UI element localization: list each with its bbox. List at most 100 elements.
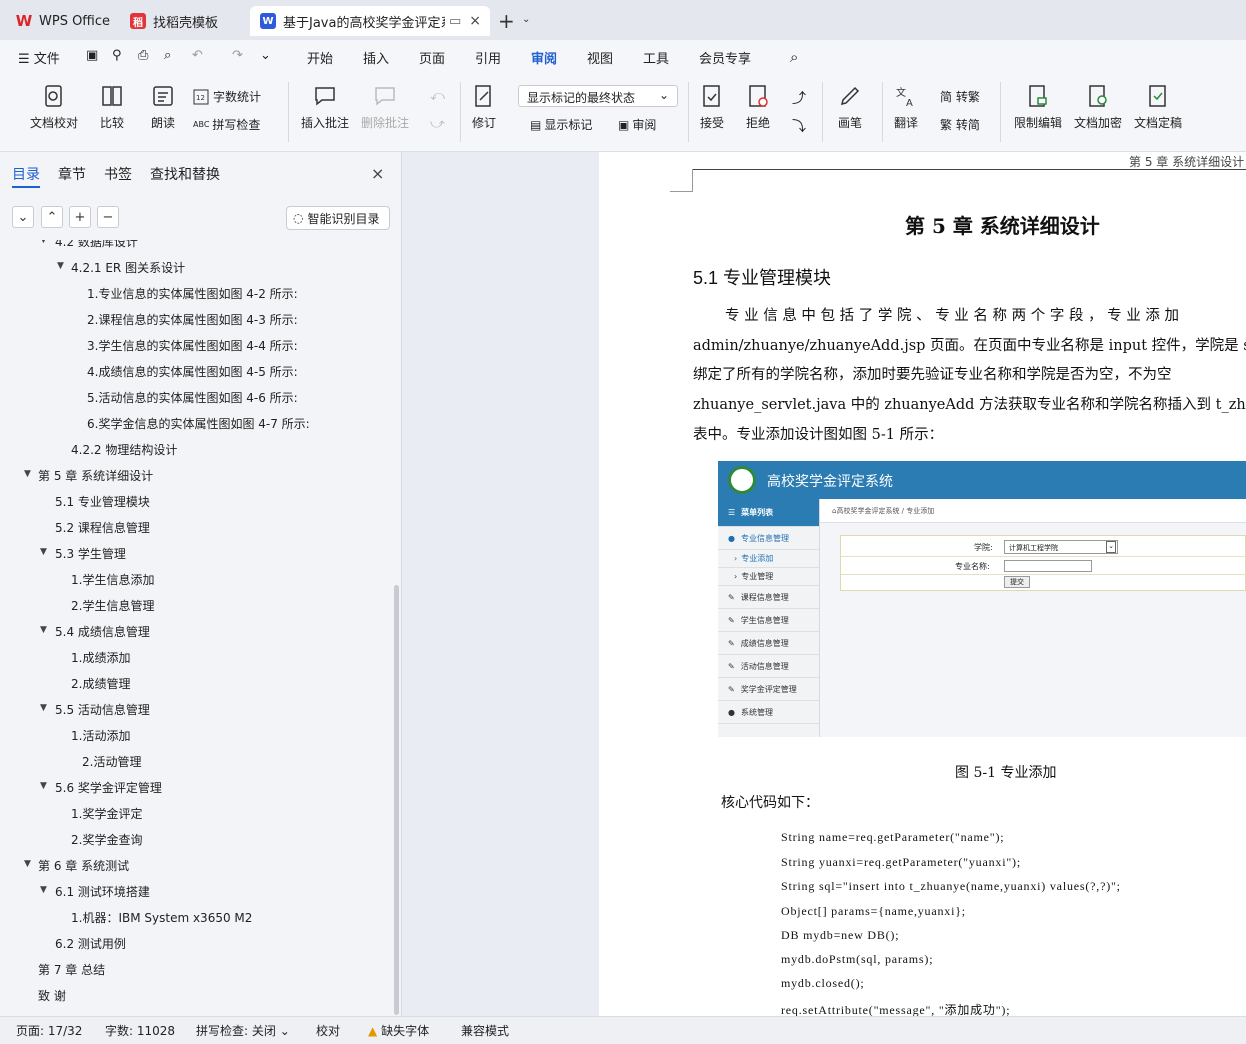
toc-item[interactable]: 第 7 章 总结	[0, 960, 390, 980]
expand-all-button[interactable]: ⌄	[12, 206, 34, 228]
toc-item[interactable]: 5.2 课程信息管理	[0, 518, 390, 538]
caret-down-icon[interactable]: ▼	[40, 781, 47, 791]
chevron-down-icon[interactable]: ⌄	[522, 14, 530, 25]
caret-down-icon[interactable]: ▼	[40, 703, 47, 713]
print-icon[interactable]: ⎙	[138, 48, 148, 63]
markup-state-select[interactable]: 显示标记的最终状态 ⌄	[518, 85, 678, 107]
toc-item[interactable]: 2.学生信息管理	[0, 596, 390, 616]
toc-item[interactable]: 1.机器：IBM System x3650 M2	[0, 908, 390, 928]
toc-item[interactable]: ▼ 4.2 数据库设计	[0, 240, 390, 252]
college-select[interactable]: 计算机工程学院 ⌄	[1004, 540, 1118, 554]
toc-item[interactable]: 5.1 专业管理模块	[0, 492, 390, 512]
caret-down-icon[interactable]: ▼	[57, 261, 64, 271]
word-count[interactable]: 字数: 11028	[105, 1022, 175, 1039]
close-tab-icon[interactable]: ×	[469, 13, 481, 29]
submit-button[interactable]: 提交	[1004, 576, 1030, 588]
caret-down-icon[interactable]: ▼	[24, 469, 31, 479]
spell-status[interactable]: 拼写检查: 关闭 ⌄	[196, 1022, 290, 1039]
redo-icon[interactable]: ↷	[232, 48, 243, 63]
toc-item[interactable]: ▼ 第 5 章 系统详细设计	[0, 466, 390, 486]
save-icon[interactable]: ▣	[86, 48, 98, 63]
menu-major-add[interactable]: › 专业添加	[718, 550, 819, 568]
menu-tools[interactable]: 工具	[643, 48, 669, 67]
share-icon[interactable]: ⚲	[112, 48, 122, 63]
menu-student[interactable]: ✎ 学生信息管理	[718, 609, 819, 632]
toc-item[interactable]: ▼ 5.5 活动信息管理	[0, 700, 390, 720]
encrypt-button[interactable]: 文档加密	[1074, 84, 1122, 131]
caret-down-icon[interactable]: ▼	[40, 240, 47, 245]
toc-item[interactable]: 1.专业信息的实体属性图如图 4-2 所示:	[0, 284, 390, 304]
tab-chapter[interactable]: 章节	[58, 164, 86, 184]
menu-activity[interactable]: ✎ 活动信息管理	[718, 655, 819, 678]
smart-toc-button[interactable]: ◌ 智能识别目录	[286, 206, 390, 230]
next-change-icon[interactable]: ⤵	[792, 116, 806, 136]
finalize-button[interactable]: 文档定稿	[1134, 84, 1182, 131]
monitor-icon[interactable]: ▭	[449, 14, 461, 29]
toc-item[interactable]: 1.成绩添加	[0, 648, 390, 668]
trad-to-simp-button[interactable]: 繁 转简	[940, 116, 980, 133]
reject-button[interactable]: 拒绝	[746, 84, 770, 131]
tab-toc[interactable]: 目录	[12, 164, 40, 184]
simp-to-trad-button[interactable]: 简 转繁	[940, 88, 980, 105]
toc-item[interactable]: 1.活动添加	[0, 726, 390, 746]
read-aloud-button[interactable]: 朗读	[151, 84, 175, 131]
menu-course[interactable]: ✎ 课程信息管理	[718, 586, 819, 609]
toc-item[interactable]: 2.课程信息的实体属性图如图 4-3 所示:	[0, 310, 390, 330]
more-icon[interactable]: ⌄	[260, 48, 271, 63]
missing-font-status[interactable]: ▲ 缺失字体	[368, 1022, 429, 1039]
previous-comment-icon[interactable]: ⤺	[430, 88, 445, 104]
restrict-edit-button[interactable]: 限制编辑	[1014, 84, 1062, 131]
tab-bookmark[interactable]: 书签	[104, 164, 132, 184]
toc-item[interactable]: ▼ 5.6 奖学金评定管理	[0, 778, 390, 798]
menu-vip[interactable]: 会员专享	[699, 48, 751, 67]
toc-item[interactable]: 5.活动信息的实体属性图如图 4-6 所示:	[0, 388, 390, 408]
menu-start[interactable]: 开始	[307, 48, 333, 67]
accept-button[interactable]: 接受	[700, 84, 724, 131]
compare-button[interactable]: 比较	[100, 84, 124, 131]
caret-down-icon[interactable]: ▼	[24, 859, 31, 869]
add-heading-button[interactable]: +	[69, 206, 91, 228]
menu-insert[interactable]: 插入	[363, 48, 389, 67]
caret-down-icon[interactable]: ▼	[40, 547, 47, 557]
major-input[interactable]	[1004, 560, 1092, 572]
toc-item[interactable]: ▼ 5.4 成绩信息管理	[0, 622, 390, 642]
menu-score[interactable]: ✎ 成绩信息管理	[718, 632, 819, 655]
menu-reference[interactable]: 引用	[475, 48, 501, 67]
review-pane-button[interactable]: ▣ 审阅	[618, 116, 656, 133]
caret-down-icon[interactable]: ▼	[40, 625, 47, 635]
menu-file[interactable]: ☰ 文件	[18, 48, 60, 67]
page-count[interactable]: 页面: 17/32	[16, 1022, 82, 1039]
new-tab-icon[interactable]: +	[498, 9, 515, 33]
translate-button[interactable]: 文A 翻译	[894, 84, 918, 131]
tab-document[interactable]: W 基于Java的高校奖学金评定系 ▭ ×	[250, 6, 490, 36]
menu-system[interactable]: ● 系统管理	[718, 701, 819, 724]
toc-item[interactable]: 1.学生信息添加	[0, 570, 390, 590]
proof-status[interactable]: 校对	[316, 1022, 340, 1039]
toc-item[interactable]: 6.奖学金信息的实体属性图如图 4-7 所示:	[0, 414, 390, 434]
revise-button[interactable]: 修订	[472, 84, 496, 131]
toc-item[interactable]: 致 谢	[0, 986, 390, 1006]
search-icon[interactable]: ⌕	[790, 48, 798, 66]
tab-find-replace[interactable]: 查找和替换	[150, 164, 220, 184]
toc-item[interactable]: ▼ 5.3 学生管理	[0, 544, 390, 564]
tab-docer[interactable]: 稻 找稻壳模板	[120, 6, 246, 36]
spell-check-button[interactable]: ABC 拼写检查	[193, 116, 260, 133]
pen-button[interactable]: 画笔	[838, 84, 862, 131]
menu-review[interactable]: 审阅	[531, 48, 557, 67]
toc-item[interactable]: 6.2 测试用例	[0, 934, 390, 954]
next-comment-icon[interactable]: ⤻	[430, 116, 445, 132]
toc-item[interactable]: ▼ 6.1 测试环境搭建	[0, 882, 390, 902]
toc-item[interactable]: 3.学生信息的实体属性图如图 4-4 所示:	[0, 336, 390, 356]
insert-comment-button[interactable]: 插入批注	[301, 84, 349, 131]
menu-view[interactable]: 视图	[587, 48, 613, 67]
proofread-button[interactable]: 文档校对	[30, 84, 78, 131]
previous-change-icon[interactable]: ⤴	[792, 88, 806, 108]
scrollbar-thumb[interactable]	[394, 585, 399, 1015]
show-markup-button[interactable]: ▤ 显示标记	[530, 116, 592, 133]
close-icon[interactable]: ×	[371, 164, 384, 183]
toc-item[interactable]: 2.活动管理	[0, 752, 390, 772]
menu-page[interactable]: 页面	[419, 48, 445, 67]
preview-icon[interactable]: ⌕	[164, 48, 171, 63]
caret-down-icon[interactable]: ▼	[40, 885, 47, 895]
tab-wps-office[interactable]: W WPS Office	[6, 6, 116, 36]
